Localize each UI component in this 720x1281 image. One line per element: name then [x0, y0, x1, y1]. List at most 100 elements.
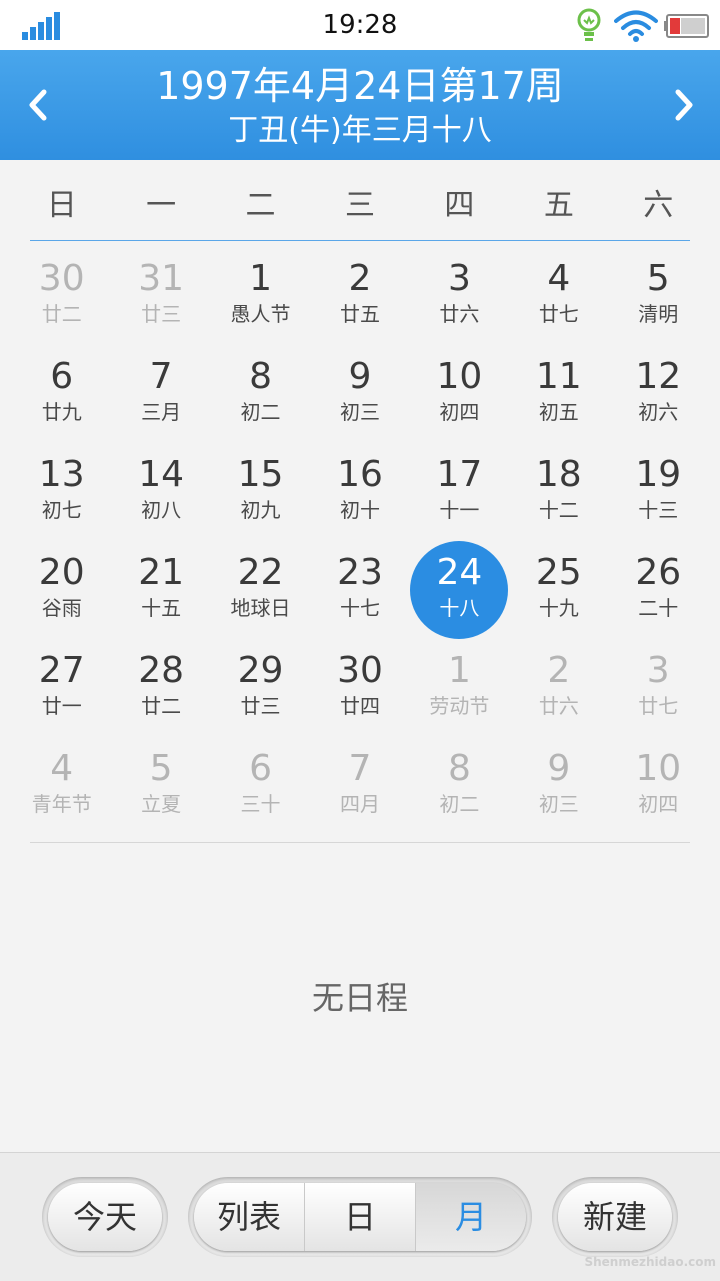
day-lunar-label: 廿一: [41, 694, 82, 718]
calendar-day[interactable]: 2 廿五: [310, 247, 409, 345]
today-button-frame: 今天: [42, 1177, 168, 1257]
day-number: 29: [237, 650, 284, 691]
calendar-day[interactable]: 10 初四: [609, 737, 708, 835]
day-number: 6: [50, 356, 74, 397]
calendar-day[interactable]: 31 廿三: [111, 247, 210, 345]
view-switcher: 列表 日 月: [188, 1177, 532, 1257]
day-lunar-label: 初十: [339, 498, 380, 522]
day-lunar-label: 初四: [439, 400, 480, 424]
calendar-day[interactable]: 8 初二: [410, 737, 509, 835]
calendar-day[interactable]: 17 十一: [410, 443, 509, 541]
day-number: 5: [149, 748, 173, 789]
today-button[interactable]: 今天: [48, 1183, 162, 1251]
new-button-frame: 新建: [552, 1177, 678, 1257]
status-time: 19:28: [322, 10, 398, 40]
calendar-day[interactable]: 10 初四: [410, 345, 509, 443]
calendar-day[interactable]: 2 廿六: [509, 639, 608, 737]
calendar-day[interactable]: 3 廿六: [410, 247, 509, 345]
day-number: 2: [547, 650, 571, 691]
day-number: 25: [535, 552, 582, 593]
calendar-day[interactable]: 9 初三: [509, 737, 608, 835]
next-month-button[interactable]: [664, 80, 704, 130]
day-number: 9: [348, 356, 372, 397]
calendar-day[interactable]: 7 三月: [111, 345, 210, 443]
day-lunar-label: 十七: [339, 596, 380, 620]
calendar-day[interactable]: 15 初九: [211, 443, 310, 541]
day-number: 24: [436, 552, 483, 593]
day-number: 30: [337, 650, 383, 691]
calendar-day[interactable]: 22 地球日: [211, 541, 310, 639]
day-number: 17: [436, 454, 483, 495]
day-number: 28: [138, 650, 185, 691]
new-event-button[interactable]: 新建: [558, 1183, 672, 1251]
view-month-tab[interactable]: 月: [416, 1183, 526, 1251]
day-lunar-label: 廿三: [141, 302, 182, 326]
day-number: 31: [138, 258, 185, 299]
day-number: 26: [635, 552, 682, 593]
day-lunar-label: 初九: [240, 498, 281, 522]
weekday-header: 日 一 二 三 四 五 六: [12, 172, 708, 240]
calendar-day[interactable]: 6 三十: [211, 737, 310, 835]
calendar-day[interactable]: 4 青年节: [12, 737, 111, 835]
calendar-grid: 30 廿二 31 廿三 1 愚人节 2 廿五 3 廿六 4 廿七 5 清明 6 廿九 7 三月 8 初二 9 初三 10 初四…: [12, 247, 708, 835]
day-lunar-label: 初七: [41, 498, 82, 522]
day-lunar-label: 初八: [141, 498, 182, 522]
calendar-day-selected[interactable]: 24 十八: [410, 541, 509, 639]
view-list-tab[interactable]: 列表: [194, 1183, 305, 1251]
calendar-day[interactable]: 25 十九: [509, 541, 608, 639]
calendar-day[interactable]: 12 初六: [609, 345, 708, 443]
calendar-day[interactable]: 5 立夏: [111, 737, 210, 835]
calendar-day[interactable]: 1 愚人节: [211, 247, 310, 345]
empty-schedule-message: 无日程: [311, 979, 408, 1017]
calendar-day[interactable]: 7 四月: [310, 737, 409, 835]
day-lunar-label: 廿七: [538, 302, 579, 326]
calendar-day[interactable]: 6 廿九: [12, 345, 111, 443]
calendar-day[interactable]: 21 十五: [111, 541, 210, 639]
day-lunar-label: 廿四: [339, 694, 380, 718]
day-number: 10: [635, 748, 682, 789]
day-lunar-label: 二十: [638, 596, 679, 620]
calendar-day[interactable]: 4 廿七: [509, 247, 608, 345]
wifi-icon: [614, 10, 658, 42]
calendar-day[interactable]: 9 初三: [310, 345, 409, 443]
day-lunar-label: 十八: [439, 596, 480, 620]
calendar-day[interactable]: 19 十三: [609, 443, 708, 541]
day-lunar-label: 谷雨: [41, 596, 82, 620]
calendar-day[interactable]: 20 谷雨: [12, 541, 111, 639]
view-day-tab[interactable]: 日: [305, 1183, 416, 1251]
day-lunar-label: 四月: [339, 792, 380, 816]
calendar-week-row: 30 廿二 31 廿三 1 愚人节 2 廿五 3 廿六 4 廿七 5 清明: [12, 247, 708, 345]
calendar-day[interactable]: 30 廿四: [310, 639, 409, 737]
calendar-day[interactable]: 16 初十: [310, 443, 409, 541]
day-lunar-label: 十一: [439, 498, 480, 522]
calendar-day[interactable]: 29 廿三: [211, 639, 310, 737]
calendar-day[interactable]: 18 十二: [509, 443, 608, 541]
weekday-sat: 六: [643, 188, 674, 223]
calendar-day[interactable]: 14 初八: [111, 443, 210, 541]
calendar-day[interactable]: 5 清明: [609, 247, 708, 345]
calendar-day[interactable]: 13 初七: [12, 443, 111, 541]
day-lunar-label: 清明: [638, 302, 679, 326]
calendar-day[interactable]: 28 廿二: [111, 639, 210, 737]
calendar-day[interactable]: 3 廿七: [609, 639, 708, 737]
day-number: 14: [138, 454, 185, 495]
calendar-day[interactable]: 30 廿二: [12, 247, 111, 345]
calendar-day[interactable]: 8 初二: [211, 345, 310, 443]
day-lunar-label: 十九: [538, 596, 579, 620]
day-number: 19: [635, 454, 682, 495]
day-lunar-label: 青年节: [31, 792, 92, 816]
calendar-day[interactable]: 27 廿一: [12, 639, 111, 737]
calendar-day[interactable]: 11 初五: [509, 345, 608, 443]
day-lunar-label: 廿九: [41, 400, 82, 424]
calendar-header: 1997年4月24日第17周 丁丑(牛)年三月十八: [0, 50, 720, 160]
calendar-week-row: 20 谷雨 21 十五 22 地球日 23 十七 24 十八 25 十九 26 二十: [12, 541, 708, 639]
day-number: 11: [535, 356, 582, 397]
day-lunar-label: 劳动节: [429, 694, 490, 718]
calendar-day[interactable]: 26 二十: [609, 541, 708, 639]
weekday-fri: 五: [543, 188, 574, 223]
day-number: 21: [138, 552, 185, 593]
calendar-day[interactable]: 1 劳动节: [410, 639, 509, 737]
day-lunar-label: 十二: [538, 498, 579, 522]
day-lunar-label: 廿七: [638, 694, 679, 718]
calendar-day[interactable]: 23 十七: [310, 541, 409, 639]
